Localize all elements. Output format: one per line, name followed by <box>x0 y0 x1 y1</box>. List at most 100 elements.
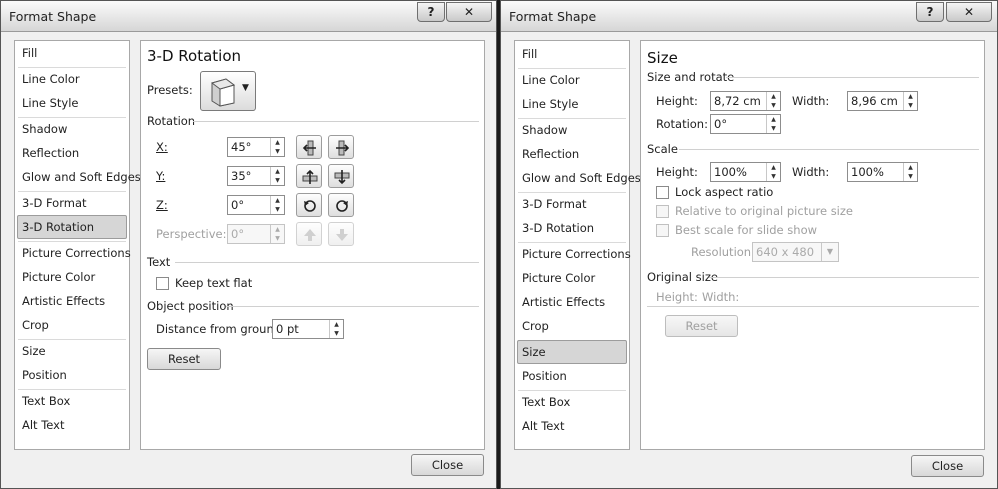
nav-item-size[interactable]: Size <box>17 339 127 363</box>
nav-item-position[interactable]: Position <box>517 364 627 388</box>
rotation-value[interactable]: 0° <box>714 117 727 131</box>
right-rotate-button[interactable] <box>328 135 354 159</box>
up-rotate-button[interactable] <box>296 164 322 188</box>
resolution-dropdown[interactable]: 640 x 480 ▼ <box>752 242 839 262</box>
help-button[interactable]: ? <box>916 2 944 22</box>
nav-item-shadow[interactable]: Shadow <box>517 118 627 142</box>
y-rotation-value[interactable]: 35° <box>231 169 251 183</box>
spin-down-arrow[interactable]: ▼ <box>271 205 284 214</box>
spin-down-arrow[interactable]: ▼ <box>271 234 284 243</box>
distance-from-ground-value[interactable]: 0 pt <box>276 322 299 336</box>
spin-up-arrow[interactable]: ▲ <box>271 225 284 234</box>
distance-from-ground-spinner[interactable]: 0 pt ▲ ▼ <box>272 319 344 339</box>
nav-item-artistic-effects[interactable]: Artistic Effects <box>517 290 627 314</box>
spin-up-arrow[interactable]: ▲ <box>767 92 780 101</box>
relative-to-original-label[interactable]: Relative to original picture size <box>675 204 853 218</box>
nav-item-size[interactable]: Size <box>517 340 627 364</box>
spin-down-arrow[interactable]: ▼ <box>904 101 917 110</box>
nav-item-fill[interactable]: Fill <box>517 42 627 66</box>
height-spinner[interactable]: 8,72 cm ▲ ▼ <box>710 91 781 111</box>
x-rotation-value[interactable]: 45° <box>231 140 251 154</box>
nav-item-3d-format[interactable]: 3-D Format <box>517 192 627 216</box>
nav-item-picture-color[interactable]: Picture Color <box>517 266 627 290</box>
close-button[interactable]: Close <box>411 454 484 476</box>
decrease-perspective-button[interactable] <box>328 222 354 246</box>
clockwise-button[interactable] <box>328 193 354 217</box>
nav-item-3d-format[interactable]: 3-D Format <box>17 191 127 215</box>
spin-up-arrow[interactable]: ▲ <box>767 163 780 172</box>
spin-up-arrow[interactable]: ▲ <box>904 92 917 101</box>
nav-item-alt-text[interactable]: Alt Text <box>517 414 627 438</box>
spin-up-arrow[interactable]: ▲ <box>767 115 780 124</box>
nav-item-picture-corrections[interactable]: Picture Corrections <box>17 241 131 265</box>
height-value[interactable]: 8,72 cm <box>714 94 761 108</box>
scale-width-value[interactable]: 100% <box>851 165 884 179</box>
spin-up-arrow[interactable]: ▲ <box>271 196 284 205</box>
scale-height-value[interactable]: 100% <box>714 165 747 179</box>
lock-aspect-ratio-checkbox[interactable] <box>656 186 669 199</box>
width-spinner[interactable]: 8,96 cm ▲ ▼ <box>847 91 918 111</box>
close-window-button[interactable]: ✕ <box>946 2 992 22</box>
nav-item-reflection[interactable]: Reflection <box>17 141 127 165</box>
spin-down-arrow[interactable]: ▼ <box>271 147 284 156</box>
best-scale-checkbox[interactable] <box>656 224 669 237</box>
title-bar[interactable]: Format Shape ? ✕ <box>1 1 496 32</box>
nav-item-shadow[interactable]: Shadow <box>17 117 127 141</box>
nav-item-line-style[interactable]: Line Style <box>517 92 627 116</box>
spin-down-arrow[interactable]: ▼ <box>330 329 343 338</box>
best-scale-label[interactable]: Best scale for slide show <box>675 223 817 237</box>
title-bar[interactable]: Format Shape ? ✕ <box>501 1 997 32</box>
keep-text-flat-checkbox[interactable] <box>156 277 169 290</box>
nav-item-3d-rotation[interactable]: 3-D Rotation <box>517 216 627 240</box>
reset-button[interactable]: Reset <box>147 348 221 370</box>
y-rotation-spinner[interactable]: 35° ▲ ▼ <box>227 166 285 186</box>
nav-item-glow-soft-edges[interactable]: Glow and Soft Edges <box>517 166 641 190</box>
nav-item-position[interactable]: Position <box>17 363 127 387</box>
width-value[interactable]: 8,96 cm <box>851 94 898 108</box>
close-window-button[interactable]: ✕ <box>446 2 492 22</box>
nav-item-line-style[interactable]: Line Style <box>17 91 127 115</box>
perspective-value[interactable]: 0° <box>231 227 244 241</box>
scale-width-spinner[interactable]: 100% ▲ ▼ <box>847 162 918 182</box>
keep-text-flat-label[interactable]: Keep text flat <box>175 276 252 290</box>
nav-item-reflection[interactable]: Reflection <box>517 142 627 166</box>
spin-up-arrow[interactable]: ▲ <box>330 320 343 329</box>
spin-up-arrow[interactable]: ▲ <box>271 167 284 176</box>
nav-item-crop[interactable]: Crop <box>517 314 627 338</box>
nav-item-text-box[interactable]: Text Box <box>17 389 127 413</box>
perspective-spinner[interactable]: 0° ▲ ▼ <box>227 224 285 244</box>
increase-perspective-button[interactable] <box>296 222 322 246</box>
nav-item-text-box[interactable]: Text Box <box>517 390 627 414</box>
x-rotation-spinner[interactable]: 45° ▲ ▼ <box>227 137 285 157</box>
spin-down-arrow[interactable]: ▼ <box>767 172 780 181</box>
presets-dropdown[interactable]: ▼ <box>200 71 256 111</box>
spin-up-arrow[interactable]: ▲ <box>904 163 917 172</box>
left-rotate-button[interactable] <box>296 135 322 159</box>
lock-aspect-ratio-label[interactable]: Lock aspect ratio <box>675 185 773 199</box>
scale-height-spinner[interactable]: 100% ▲ ▼ <box>710 162 781 182</box>
nav-item-line-color[interactable]: Line Color <box>17 67 127 91</box>
close-button[interactable]: Close <box>911 455 984 477</box>
nav-item-picture-corrections[interactable]: Picture Corrections <box>517 242 631 266</box>
relative-to-original-checkbox[interactable] <box>656 205 669 218</box>
nav-item-3d-rotation[interactable]: 3-D Rotation <box>17 215 127 239</box>
nav-item-glow-soft-edges[interactable]: Glow and Soft Edges <box>17 165 141 189</box>
nav-item-artistic-effects[interactable]: Artistic Effects <box>17 289 127 313</box>
spin-down-arrow[interactable]: ▼ <box>271 176 284 185</box>
spin-up-arrow[interactable]: ▲ <box>271 138 284 147</box>
nav-item-fill[interactable]: Fill <box>17 41 127 65</box>
nav-item-picture-color[interactable]: Picture Color <box>17 265 127 289</box>
nav-item-alt-text[interactable]: Alt Text <box>17 413 127 437</box>
down-rotate-button[interactable] <box>328 164 354 188</box>
counterclockwise-button[interactable] <box>296 193 322 217</box>
help-button[interactable]: ? <box>417 2 445 22</box>
spin-down-arrow[interactable]: ▼ <box>767 101 780 110</box>
z-rotation-spinner[interactable]: 0° ▲ ▼ <box>227 195 285 215</box>
spin-down-arrow[interactable]: ▼ <box>767 124 780 133</box>
z-rotation-value[interactable]: 0° <box>231 198 244 212</box>
resolution-value[interactable]: 640 x 480 <box>756 245 814 259</box>
spin-down-arrow[interactable]: ▼ <box>904 172 917 181</box>
nav-item-line-color[interactable]: Line Color <box>517 68 627 92</box>
nav-item-crop[interactable]: Crop <box>17 313 127 337</box>
rotation-spinner[interactable]: 0° ▲ ▼ <box>710 114 781 134</box>
